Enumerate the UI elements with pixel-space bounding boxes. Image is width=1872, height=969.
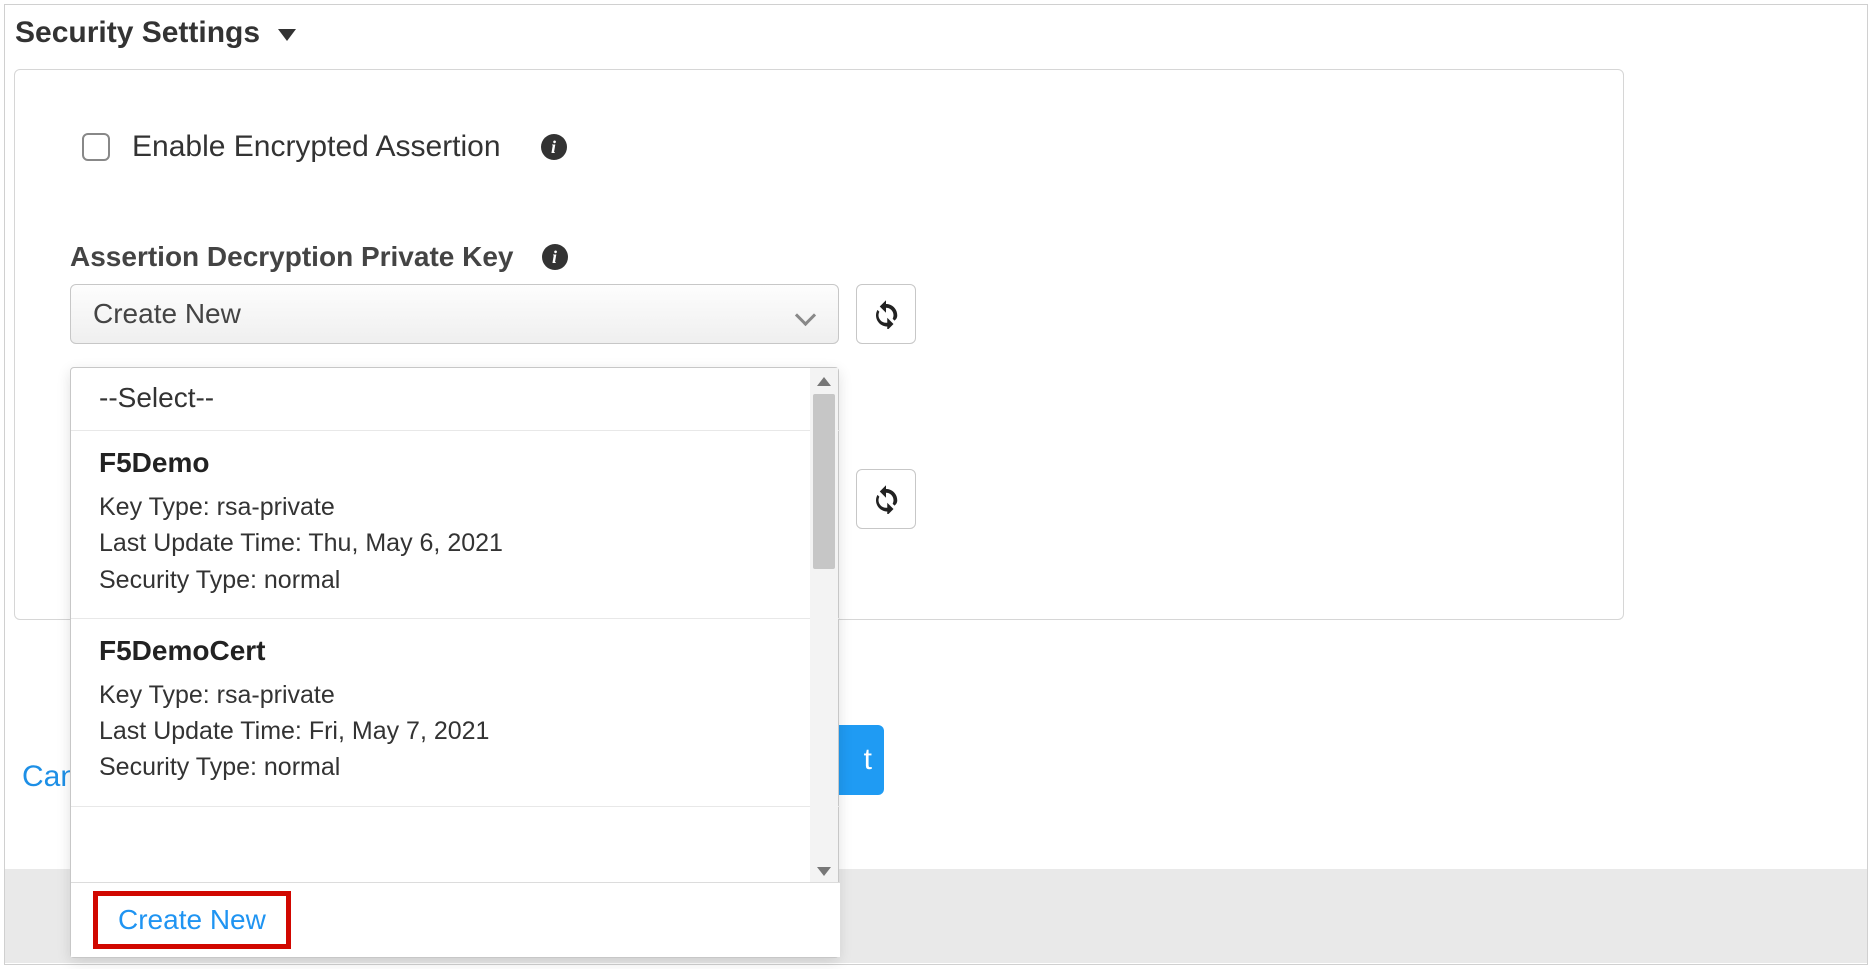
info-icon[interactable]: i <box>542 244 568 270</box>
dropdown-option[interactable]: F5Demo Key Type: rsa-private Last Update… <box>71 431 840 619</box>
refresh-button[interactable] <box>856 284 916 344</box>
dropdown-option-securitytype: Security Type: normal <box>99 562 812 598</box>
dropdown-option-lastupdate: Last Update Time: Thu, May 6, 2021 <box>99 525 812 561</box>
dropdown-option-cutoff[interactable] <box>71 807 840 829</box>
scroll-up-button[interactable] <box>810 368 838 394</box>
cancel-link[interactable]: Can <box>22 760 77 794</box>
dropdown-option-placeholder[interactable]: --Select-- <box>71 368 840 431</box>
refresh-icon <box>871 299 901 329</box>
private-key-select[interactable]: Create New <box>70 284 839 344</box>
scrollbar-thumb[interactable] <box>813 394 835 569</box>
private-key-label: Assertion Decryption Private Key <box>70 241 514 273</box>
caret-down-icon <box>278 29 296 41</box>
private-key-select-value: Create New <box>93 298 796 330</box>
chevron-down-icon <box>796 304 816 324</box>
scroll-down-button[interactable] <box>810 858 838 884</box>
create-new-option[interactable]: Create New <box>93 891 291 949</box>
private-key-label-row: Assertion Decryption Private Key i <box>70 241 568 273</box>
enable-encrypted-assertion-checkbox[interactable] <box>82 133 110 161</box>
dropdown-scrollbar[interactable] <box>810 368 838 884</box>
next-button-label: t <box>864 743 872 777</box>
section-title: Security Settings <box>15 16 260 50</box>
dropdown-option-title: F5Demo <box>99 447 812 479</box>
dropdown-footer: Create New <box>71 882 840 957</box>
section-header[interactable]: Security Settings <box>15 16 296 50</box>
info-icon[interactable]: i <box>541 134 567 160</box>
dropdown-option-keytype: Key Type: rsa-private <box>99 677 812 713</box>
dropdown-option-keytype: Key Type: rsa-private <box>99 489 812 525</box>
refresh-icon <box>871 484 901 514</box>
dropdown-option-lastupdate: Last Update Time: Fri, May 7, 2021 <box>99 713 812 749</box>
refresh-button[interactable] <box>856 469 916 529</box>
private-key-dropdown: --Select-- F5Demo Key Type: rsa-private … <box>70 367 839 958</box>
dropdown-option[interactable]: F5DemoCert Key Type: rsa-private Last Up… <box>71 619 840 807</box>
enable-encrypted-assertion-row: Enable Encrypted Assertion i <box>82 130 567 164</box>
dropdown-option-securitytype: Security Type: normal <box>99 749 812 785</box>
dropdown-option-title: F5DemoCert <box>99 635 812 667</box>
enable-encrypted-assertion-label: Enable Encrypted Assertion <box>132 130 501 164</box>
dropdown-list: --Select-- F5Demo Key Type: rsa-private … <box>71 368 840 884</box>
triangle-up-icon <box>817 377 831 386</box>
triangle-down-icon <box>817 867 831 876</box>
